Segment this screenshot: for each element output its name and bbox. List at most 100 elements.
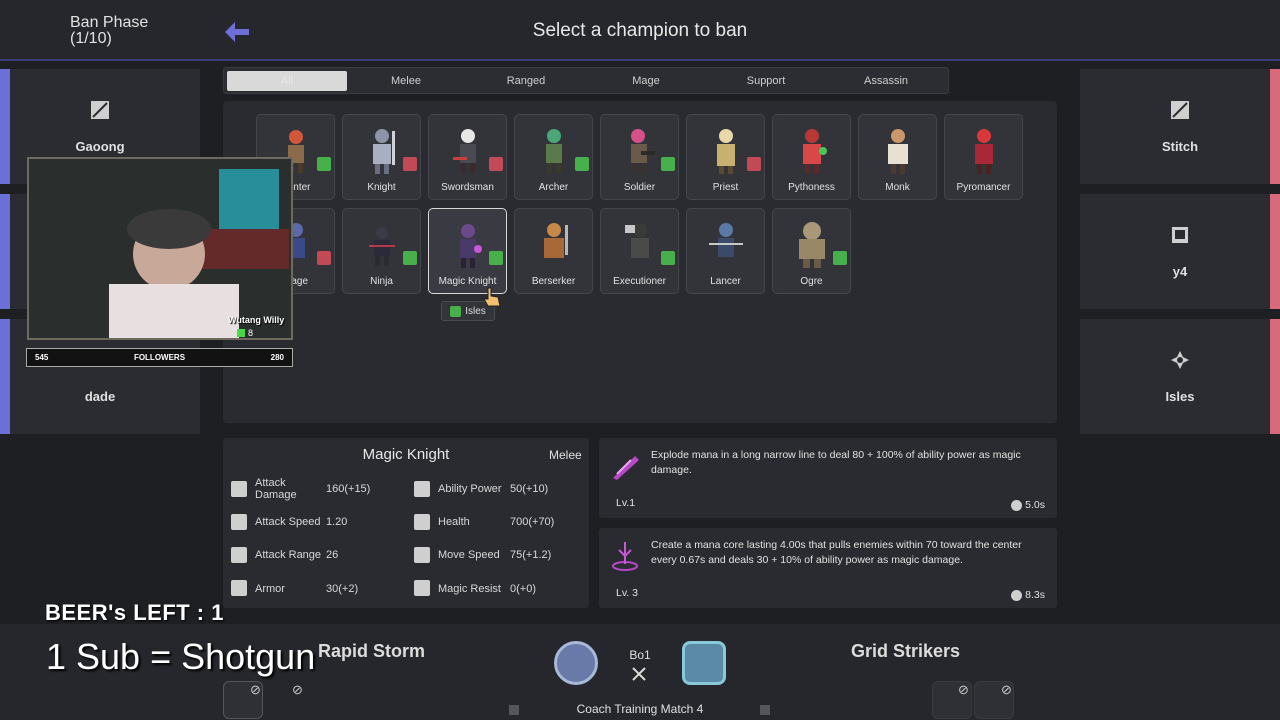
right-slot-3: Isles: [1080, 319, 1280, 434]
tab-melee[interactable]: Melee: [346, 71, 466, 91]
champion-card-swordsman[interactable]: Swordsman: [428, 114, 507, 200]
shield-icon: [231, 580, 247, 596]
ability-card-2: Create a mana core lasting 4.00s that pu…: [599, 528, 1057, 608]
champion-stats-panel: Magic Knight Melee Attack Damage 160(+15…: [223, 438, 589, 608]
champion-name: Lancer: [710, 276, 741, 287]
team-right-logo: [682, 641, 726, 685]
right-slot-1-name: Stitch: [1161, 139, 1199, 154]
thumbs-up-icon: [575, 157, 589, 171]
champion-card-ogre[interactable]: Ogre: [772, 208, 851, 294]
followers-bar: 545 FOLLOWERS 280: [26, 348, 293, 367]
champion-grid: Hunter Knight Swordsman Archer Soldier P…: [223, 101, 1057, 423]
ability-level: Lv. 3: [616, 587, 638, 599]
stat-value: 75(+1.2): [510, 549, 552, 561]
champion-name: Knight: [367, 182, 396, 193]
champion-card-soldier[interactable]: Soldier: [600, 114, 679, 200]
cooldown-value: 5.0s: [1025, 499, 1045, 511]
champion-card-knight[interactable]: Knight: [342, 114, 421, 200]
stat-label: Health: [438, 516, 470, 528]
selected-champion-name: Magic Knight: [362, 446, 450, 463]
champion-card-ninja[interactable]: Ninja: [342, 208, 421, 294]
range-icon: [231, 547, 247, 563]
ban-icon: ⊘: [250, 682, 261, 697]
champion-card-magic-knight[interactable]: Magic Knight: [428, 208, 507, 294]
followers-goal: 280: [270, 353, 284, 362]
champion-name: Ogre: [800, 276, 823, 287]
ban-icon: ⊘: [292, 682, 303, 697]
champion-card-pyromancer[interactable]: Pyromancer: [944, 114, 1023, 200]
red-team-bar: [1270, 319, 1280, 434]
beers-left-text: BEER's LEFT : 1: [45, 600, 224, 625]
thumbs-up-icon: [450, 305, 462, 317]
cam-count: 8: [248, 328, 254, 338]
ban-icon: ⊘: [958, 682, 969, 697]
stat-value: 1.20: [326, 516, 348, 528]
thumbs-down-icon: [489, 157, 503, 171]
tab-all[interactable]: All: [227, 71, 347, 91]
match-format: Bo1: [629, 648, 651, 662]
champion-card-archer[interactable]: Archer: [514, 114, 593, 200]
stat-label: Attack Speed: [255, 516, 321, 528]
score-box-left: [509, 705, 519, 715]
tab-mage[interactable]: Mage: [586, 71, 706, 91]
stat-value: 0(+0): [510, 583, 536, 595]
right-slot-2: y4: [1080, 194, 1280, 309]
followers-label: FOLLOWERS: [133, 353, 186, 362]
tab-ranged[interactable]: Ranged: [466, 71, 586, 91]
empty-slot-icon: [89, 99, 111, 121]
thumbs-up-icon: [661, 251, 675, 265]
stat-value: 160(+15): [326, 483, 371, 495]
thumbs-up-icon: [489, 251, 503, 265]
champion-sprite: [967, 127, 1001, 175]
champion-name: Priest: [712, 182, 739, 193]
followers-current: 545: [35, 353, 49, 362]
champion-name: Pythoness: [788, 182, 835, 193]
stat-value: 30(+2): [326, 583, 359, 595]
magic-shield-icon: [414, 580, 430, 596]
champion-card-priest[interactable]: Priest: [686, 114, 765, 200]
webcam-overlay: [27, 157, 293, 340]
ability-description: Create a mana core lasting 4.00s that pu…: [651, 539, 1022, 566]
stat-value: 50(+10): [510, 483, 549, 495]
stat-label: Ability Power: [438, 483, 502, 495]
cooldown-value: 8.3s: [1025, 589, 1045, 601]
champion-sprite: [623, 127, 657, 175]
swords-icon: [231, 514, 247, 530]
champion-name: Monk: [885, 182, 910, 193]
ability-level: Lv.1: [616, 497, 636, 509]
thumbs-up-icon: [833, 251, 847, 265]
champion-card-executioner[interactable]: Executioner: [600, 208, 679, 294]
boot-icon: [414, 547, 430, 563]
thumbs-down-icon: [317, 251, 331, 265]
tab-assassin[interactable]: Assassin: [826, 71, 946, 91]
stat-value: 700(+70): [510, 516, 555, 528]
champion-sprite: [365, 221, 399, 269]
left-slot-1-name: Gaoong: [75, 139, 125, 154]
thumbs-down-icon: [403, 157, 417, 171]
champion-card-pythoness[interactable]: Pythoness: [772, 114, 851, 200]
champion-name: Berserker: [531, 276, 576, 287]
champion-name: Pyromancer: [956, 182, 1011, 193]
ability-card-1: Explode mana in a long narrow line to de…: [599, 438, 1057, 518]
cooldown-icon: [1011, 589, 1023, 601]
champion-sprite: [451, 127, 485, 175]
red-team-bar: [1270, 194, 1280, 309]
champion-card-berserker[interactable]: Berserker: [514, 208, 593, 294]
selected-champion-role: Melee: [549, 448, 582, 462]
ability-description: Explode mana in a long narrow line to de…: [651, 449, 1021, 476]
blue-team-bar: [0, 69, 10, 184]
filter-bar: All Melee Ranged Mage Support Assassin: [223, 67, 949, 94]
champion-name: Soldier: [623, 182, 656, 193]
champion-sprite: [881, 127, 915, 175]
mana-core-icon: [609, 540, 641, 572]
page-title: Select a champion to ban: [532, 20, 748, 41]
monitor-icon: [1169, 224, 1191, 246]
stat-value: 26: [326, 549, 339, 561]
score-box-right: [760, 705, 770, 715]
champion-card-monk[interactable]: Monk: [858, 114, 937, 200]
cooldown-icon: [1011, 499, 1023, 511]
champion-card-lancer[interactable]: Lancer: [686, 208, 765, 294]
hand-cursor-icon: [482, 286, 502, 313]
empty-slot-icon: [1169, 99, 1191, 121]
tab-support[interactable]: Support: [706, 71, 826, 91]
